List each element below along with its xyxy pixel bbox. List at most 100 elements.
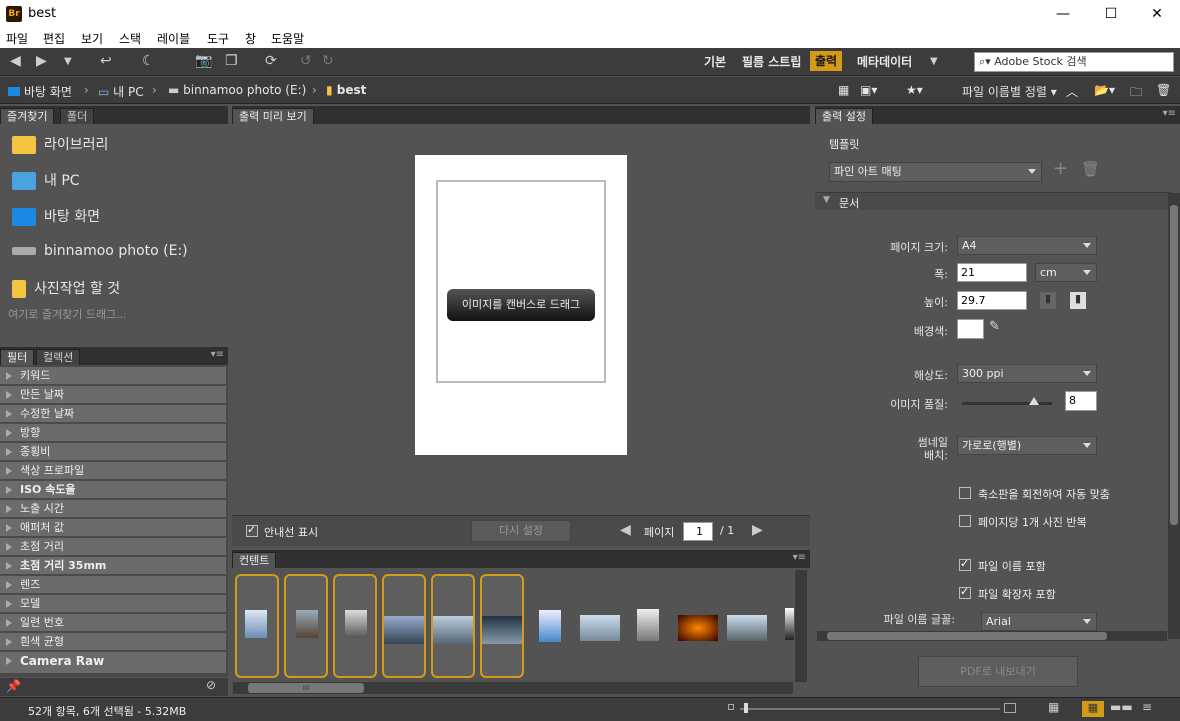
tab-output-preview[interactable]: 출력 미리 보기 bbox=[232, 108, 314, 124]
eyedropper-icon[interactable]: ✎ bbox=[989, 319, 1000, 334]
filter-iso[interactable]: ISO 속도율 bbox=[0, 481, 226, 499]
resolution-select[interactable]: 300 ppi bbox=[957, 364, 1097, 383]
new-folder-icon[interactable]: 🗀 bbox=[1130, 83, 1142, 104]
scroll-thumb[interactable] bbox=[827, 632, 1107, 640]
view-thumbnails-icon[interactable]: ▦ bbox=[1082, 701, 1104, 717]
bg-color-swatch[interactable] bbox=[957, 319, 984, 339]
filter-exposure-time[interactable]: 노출 시간 bbox=[0, 500, 226, 518]
breadcrumb-drive[interactable]: ▬ binnamoo photo (E:) bbox=[168, 83, 306, 97]
filter-keywords[interactable]: 키워드 bbox=[0, 367, 226, 385]
refine-icon[interactable]: ☾ bbox=[142, 53, 155, 69]
auto-rotate-checkbox[interactable] bbox=[959, 487, 971, 499]
boomerang-icon[interactable]: ↩ bbox=[100, 53, 112, 69]
thumbnail-selected[interactable] bbox=[333, 574, 377, 678]
thumbnail-image[interactable] bbox=[637, 609, 659, 641]
repeat-photo-checkbox[interactable] bbox=[959, 515, 971, 527]
filter-white-balance[interactable]: 흰색 균형 bbox=[0, 633, 226, 651]
filter-aspect-ratio[interactable]: 종횡비 bbox=[0, 443, 226, 461]
thumbnail-selected[interactable] bbox=[284, 574, 328, 678]
sort-dropdown[interactable]: 파일 이름별 정렬 ▾ bbox=[962, 83, 1057, 100]
thumbnail-selected[interactable] bbox=[431, 574, 475, 678]
workspace-output[interactable]: 출력 bbox=[810, 51, 843, 71]
font-select[interactable]: Arial bbox=[981, 612, 1097, 631]
workspace-filmstrip[interactable]: 필름 스트립 bbox=[742, 53, 801, 70]
slider-knob[interactable] bbox=[1029, 397, 1039, 405]
thumbnail-image[interactable] bbox=[678, 615, 718, 641]
workspace-metadata[interactable]: 메타데이터 bbox=[857, 53, 912, 70]
pin-icon[interactable]: 📌 bbox=[6, 679, 21, 693]
quality-input[interactable]: 8 bbox=[1065, 391, 1097, 411]
add-template-icon[interactable]: + bbox=[1053, 158, 1068, 179]
unit-select[interactable]: cm bbox=[1035, 263, 1097, 282]
filter-aperture[interactable]: 애퍼처 값 bbox=[0, 519, 226, 537]
thumb-placement-select[interactable]: 가로로(행별) bbox=[957, 436, 1097, 455]
favorite-drive[interactable]: binnamoo photo (E:) bbox=[12, 243, 188, 259]
panel-menu-icon[interactable]: ▾≡ bbox=[211, 349, 224, 360]
grid-view-icon[interactable]: ▦ bbox=[838, 83, 849, 97]
landscape-icon[interactable]: ▮ bbox=[1070, 292, 1086, 309]
filter-model[interactable]: 모델 bbox=[0, 595, 226, 613]
filter-camera-raw[interactable]: Camera Raw bbox=[0, 652, 226, 674]
panel-menu-icon[interactable]: ▾≡ bbox=[793, 552, 806, 563]
width-input[interactable]: 21 bbox=[957, 263, 1027, 282]
thumbnail-image[interactable] bbox=[727, 615, 767, 641]
scroll-thumb[interactable]: III bbox=[248, 683, 364, 693]
breadcrumb-mypc[interactable]: ▭ 내 PC bbox=[98, 83, 144, 100]
guides-checkbox[interactable] bbox=[246, 523, 258, 537]
thumbnail-image[interactable] bbox=[539, 610, 561, 642]
menu-edit[interactable]: 편집 bbox=[43, 30, 65, 47]
forward-icon[interactable]: ▶ bbox=[36, 53, 47, 69]
portrait-icon[interactable]: ▮ bbox=[1040, 292, 1056, 309]
favorite-desktop[interactable]: 바탕 화면 bbox=[12, 206, 100, 226]
open-recent-folder-icon[interactable]: 📂▾ bbox=[1094, 83, 1115, 97]
tab-favorites[interactable]: 즐겨찾기 bbox=[0, 108, 55, 124]
close-icon[interactable]: ✕ bbox=[1134, 0, 1180, 28]
document-section-header[interactable]: ▼ 문서 bbox=[815, 192, 1171, 210]
tab-output-settings[interactable]: 출력 설정 bbox=[815, 108, 873, 124]
refresh-icon[interactable]: ⟳ bbox=[265, 53, 277, 69]
filter-color-profile[interactable]: 색상 프로파일 bbox=[0, 462, 226, 480]
rotate-left-icon[interactable]: ↺ bbox=[300, 53, 312, 69]
tab-filter[interactable]: 필터 bbox=[0, 349, 35, 365]
menu-tools[interactable]: 도구 bbox=[207, 30, 229, 47]
thumbnail-small-icon[interactable] bbox=[728, 704, 734, 710]
panel-menu-icon[interactable]: ▾≡ bbox=[1163, 108, 1176, 119]
menu-help[interactable]: 도움말 bbox=[271, 30, 304, 47]
workspace-more-icon[interactable]: ▼ bbox=[930, 56, 938, 67]
back-icon[interactable]: ◀ bbox=[10, 53, 21, 69]
recent-dropdown-icon[interactable]: ▼ bbox=[64, 56, 72, 67]
thumbnail-selected[interactable] bbox=[382, 574, 426, 678]
template-select[interactable]: 파인 아트 매팅 bbox=[829, 162, 1042, 182]
minimize-icon[interactable]: — bbox=[1040, 0, 1086, 28]
favorite-library[interactable]: 라이브러리 bbox=[12, 134, 108, 154]
slider-knob[interactable] bbox=[744, 703, 748, 713]
menu-stack[interactable]: 스택 bbox=[119, 30, 141, 47]
favorite-mypc[interactable]: 내 PC bbox=[12, 170, 80, 190]
export-pdf-button[interactable]: PDF로 내보내기 bbox=[918, 656, 1078, 687]
settings-vertical-scrollbar[interactable] bbox=[1168, 193, 1180, 639]
menu-view[interactable]: 보기 bbox=[81, 30, 103, 47]
thumbnail-image[interactable] bbox=[580, 615, 620, 641]
thumbnail-selected[interactable] bbox=[235, 574, 279, 678]
page-number-input[interactable]: 1 bbox=[683, 522, 713, 541]
menu-window[interactable]: 창 bbox=[245, 30, 256, 47]
breadcrumb-desktop[interactable]: 바탕 화면 bbox=[8, 83, 72, 100]
camera-import-icon[interactable]: 📷 bbox=[195, 53, 212, 69]
filter-date-modified[interactable]: 수정한 날짜 bbox=[0, 405, 226, 423]
scroll-thumb[interactable] bbox=[1170, 205, 1178, 525]
copy-icon[interactable]: ❐ bbox=[225, 53, 238, 69]
view-details-icon[interactable]: ▬▬ bbox=[1110, 700, 1133, 714]
tab-collections[interactable]: 컬렉션 bbox=[36, 349, 81, 365]
delete-template-icon[interactable]: 🗑 bbox=[1081, 160, 1100, 178]
settings-horizontal-scrollbar[interactable] bbox=[817, 631, 1167, 641]
menu-label[interactable]: 레이블 bbox=[157, 30, 190, 47]
content-horizontal-scrollbar[interactable]: III bbox=[233, 682, 793, 694]
include-extension-checkbox[interactable] bbox=[959, 585, 971, 599]
rotate-right-icon[interactable]: ↻ bbox=[322, 53, 334, 69]
filter-focal-length[interactable]: 초점 거리 bbox=[0, 538, 226, 556]
view-list-icon[interactable]: ≡ bbox=[1142, 700, 1152, 714]
tab-content[interactable]: 컨텐트 bbox=[232, 552, 277, 568]
height-input[interactable]: 29.7 bbox=[957, 291, 1027, 310]
thumbnail-large-icon[interactable] bbox=[1004, 703, 1016, 713]
star-filter-icon[interactable]: ★▾ bbox=[906, 83, 923, 97]
